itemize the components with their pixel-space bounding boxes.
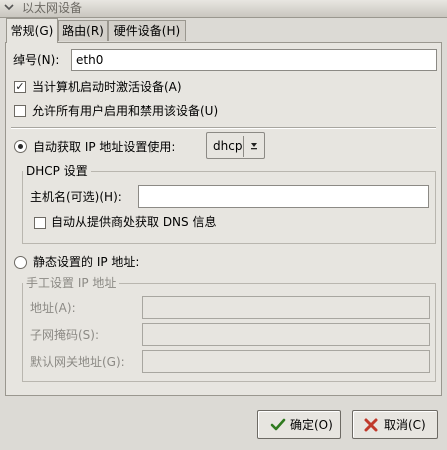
static-ip-radio[interactable] [14, 256, 27, 269]
window-title: 以太网设备 [22, 1, 83, 15]
tab-general-label: 常规(G) [10, 24, 54, 38]
tab-routes-label: 路由(R) [62, 24, 104, 38]
tab-routes[interactable]: 路由(R) [58, 20, 108, 41]
activate-on-boot-checkbox[interactable]: ✓ [14, 81, 26, 93]
static-ip-label: 静态设置的 IP 地址: [33, 255, 140, 269]
hostname-label: 主机名(可选)(H): [30, 190, 122, 204]
gateway-input [142, 350, 430, 373]
auto-dns-label: 自动从提供商处获取 DNS 信息 [51, 215, 217, 229]
address-input [142, 296, 430, 319]
netmask-label: 子网掩码(S): [30, 328, 100, 342]
x-icon [363, 417, 379, 433]
auto-dns-checkbox[interactable] [34, 217, 46, 229]
arrow-down-icon [248, 140, 260, 152]
activate-on-boot-label: 当计算机启动时激活设备(A) [32, 80, 182, 94]
checkmark-icon [270, 417, 286, 433]
ok-label: 确定(O) [290, 418, 333, 432]
ip-method-select[interactable]: dhcp [206, 132, 265, 159]
tab-general[interactable]: 常规(G) [6, 18, 58, 43]
dhcp-frame-title: DHCP 设置 [23, 164, 91, 178]
radio-dot [18, 144, 23, 149]
gateway-label: 默认网关地址(G): [30, 355, 125, 369]
combo-separator [243, 136, 244, 157]
cancel-label: 取消(C) [384, 418, 426, 432]
title-bar: 以太网设备 [0, 0, 447, 18]
nickname-label: 绰号(N): [13, 53, 60, 67]
auto-ip-radio[interactable] [14, 140, 27, 153]
netmask-input [142, 323, 430, 346]
separator [11, 127, 436, 129]
tab-hardware[interactable]: 硬件设备(H) [108, 20, 186, 41]
manual-frame-title: 手工设置 IP 地址 [23, 276, 120, 290]
address-label: 地址(A): [30, 301, 76, 315]
ok-button[interactable]: 确定(O) [257, 410, 341, 439]
tab-hardware-label: 硬件设备(H) [113, 24, 181, 38]
chevron-down-icon[interactable] [2, 1, 16, 15]
cancel-button[interactable]: 取消(C) [352, 410, 438, 439]
hostname-input[interactable] [138, 185, 429, 208]
auto-ip-label: 自动获取 IP 地址设置使用: [33, 140, 176, 154]
ip-method-value: dhcp [213, 139, 243, 153]
allow-users-checkbox[interactable] [14, 105, 26, 117]
nickname-input[interactable] [71, 49, 437, 71]
allow-users-label: 允许所有用户启用和禁用该设备(U) [32, 104, 219, 118]
